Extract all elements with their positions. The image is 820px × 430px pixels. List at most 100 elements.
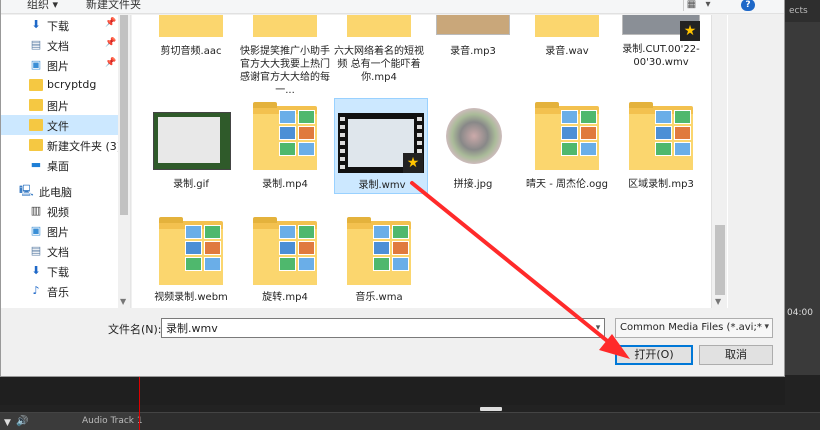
star-badge-icon: ★ <box>680 21 700 41</box>
file-name: 录制.wmv <box>358 180 406 191</box>
playhead[interactable] <box>139 375 140 430</box>
file-item[interactable]: 拼接.jpg <box>426 98 520 194</box>
help-icon[interactable]: ? <box>741 0 755 11</box>
file-name: 区域录制.mp3 <box>628 179 694 190</box>
navigation-pane: ⬇ 下载 📌 ▤ 文档 📌 ▣ 图片 📌 bcryptdg 图片 文件 新建文件… <box>1 15 131 308</box>
nav-item-label: bcryptdg <box>47 78 97 91</box>
file-item[interactable]: 录音.wav <box>520 15 614 61</box>
scroll-down-arrow-icon[interactable]: ▼ <box>120 297 126 306</box>
open-button[interactable]: 打开(O) <box>615 345 693 365</box>
folder-icon <box>29 79 43 91</box>
file-item[interactable]: 快影提笑推广小助手官方大大我要上热门感谢官方大大给的每一... <box>238 15 332 96</box>
media-folder-icon <box>159 217 223 285</box>
file-item[interactable]: 区域录制.mp3 <box>614 98 708 194</box>
file-name: 快影提笑推广小助手官方大大我要上热门感谢官方大大给的每一... <box>240 46 330 96</box>
file-item[interactable]: 录制.gif <box>144 98 238 194</box>
file-icon <box>159 15 223 37</box>
file-item[interactable]: 剪切音频.aac <box>144 15 238 61</box>
file-item[interactable]: ★ 录制.CUT.00'22-00'30.wmv <box>614 15 708 68</box>
media-folder-icon <box>629 102 693 170</box>
nav-item-new-folder-3[interactable]: 新建文件夹 (3) <box>1 135 122 155</box>
nav-item-desktop[interactable]: ▬ 桌面 <box>1 155 119 175</box>
nav-item-label: 音乐 <box>47 286 69 299</box>
nav-item-files[interactable]: 文件 <box>1 115 119 135</box>
folder-icon <box>29 139 43 151</box>
track-header: ▼ 🔊 Audio Track 1 <box>0 413 143 430</box>
media-folder-icon <box>347 217 411 285</box>
nav-item-pc-documents[interactable]: ▤ 文档 <box>1 241 119 261</box>
nav-item-documents[interactable]: ▤ 文档 📌 <box>1 35 119 55</box>
view-mode-icon[interactable]: ▦ <box>683 0 699 11</box>
pin-icon[interactable]: 📌 <box>105 38 116 48</box>
nav-item-videos[interactable]: ▥ 视频 <box>1 201 119 221</box>
picture-icon: ▣ <box>30 58 42 71</box>
nav-item-label: 新建文件夹 (3) <box>47 140 122 153</box>
image-thumbnail <box>446 108 502 164</box>
speaker-icon[interactable]: 🔊 <box>16 416 32 428</box>
video-icon: ▥ <box>30 204 42 217</box>
editor-panel-header: ects <box>785 0 820 22</box>
new-folder-button[interactable]: 新建文件夹 <box>86 0 141 12</box>
filename-history-dropdown-icon[interactable]: ▾ <box>591 318 605 338</box>
file-item[interactable]: 视频录制.webm <box>144 213 238 308</box>
file-item[interactable]: 六大网络着名的短视频 总有一个能吓着你.mp4 <box>332 15 426 83</box>
music-icon: ♪ <box>32 284 40 297</box>
panel-resize-handle[interactable] <box>480 407 502 411</box>
nav-item-bcryptdg[interactable]: bcryptdg <box>1 75 119 95</box>
pin-icon[interactable]: 📌 <box>105 58 116 68</box>
dialog-toolbar: 组织 ▾ 新建文件夹 ▦ ▾ ? <box>1 0 784 14</box>
file-item[interactable]: 晴天 - 周杰伦.ogg <box>520 98 614 194</box>
view-dropdown-icon[interactable]: ▾ <box>700 0 716 11</box>
audio-cover-thumbnail <box>436 15 510 35</box>
organize-button[interactable]: 组织 ▾ <box>27 0 58 12</box>
file-name: 音乐.wma <box>355 292 403 303</box>
nav-item-label: 文件 <box>47 120 69 133</box>
file-icon <box>535 15 599 37</box>
file-name: 六大网络着名的短视频 总有一个能吓着你.mp4 <box>334 46 424 83</box>
nav-item-pictures[interactable]: ▣ 图片 📌 <box>1 55 119 75</box>
chevron-down-icon: ▾ <box>764 322 769 332</box>
media-folder-icon <box>253 217 317 285</box>
screen: ects 04:00 ▼ 🔊 Audio Track 1 组织 ▾ 新建文件夹 … <box>0 0 820 430</box>
nav-item-label: 图片 <box>47 100 69 113</box>
filename-label: 文件名(N): <box>108 323 162 336</box>
picture-icon: ▣ <box>30 224 42 237</box>
file-item[interactable]: 录音.mp3 <box>426 15 520 61</box>
document-icon: ▤ <box>30 244 42 257</box>
nav-item-label: 下载 <box>47 20 69 33</box>
nav-item-music[interactable]: ♪ 音乐 <box>1 281 119 301</box>
timeline-timecode: 04:00 <box>785 308 820 322</box>
file-item[interactable]: 音乐.wma <box>332 213 426 308</box>
nav-scroll-thumb[interactable] <box>120 15 128 215</box>
nav-item-pc-downloads[interactable]: ⬇ 下载 <box>1 261 119 281</box>
file-list: 剪切音频.aac 快影提笑推广小助手官方大大我要上热门感谢官方大大给的每一...… <box>132 15 728 308</box>
file-item[interactable]: 录制.mp4 <box>238 98 332 194</box>
nav-item-this-pc[interactable]: 🖳 此电脑 <box>1 181 119 201</box>
file-list-scroll-thumb[interactable] <box>715 225 725 295</box>
file-list-scrollbar[interactable]: ▼ <box>711 15 727 308</box>
collapse-triangle-icon[interactable]: ▼ <box>4 418 11 428</box>
file-name: 录音.wav <box>545 46 589 57</box>
desktop-icon: ▬ <box>30 158 42 171</box>
star-badge-icon: ★ <box>403 153 423 173</box>
folder-icon <box>29 99 43 111</box>
nav-scrollbar[interactable]: ▼ <box>118 15 130 308</box>
cancel-button[interactable]: 取消 <box>699 345 773 365</box>
file-type-filter-select[interactable]: Common Media Files (*.avi;* ▾ <box>615 318 773 338</box>
file-name: 录音.mp3 <box>450 46 496 57</box>
pin-icon[interactable]: 📌 <box>105 18 116 28</box>
editor-right-panel <box>785 0 820 430</box>
media-folder-icon <box>535 102 599 170</box>
filename-input[interactable] <box>161 318 605 338</box>
file-name: 录制.CUT.00'22-00'30.wmv <box>622 44 700 68</box>
gif-thumbnail <box>153 112 231 170</box>
file-name: 晴天 - 周杰伦.ogg <box>526 179 608 190</box>
file-item-selected[interactable]: ★ 录制.wmv <box>334 98 428 194</box>
nav-item-downloads[interactable]: ⬇ 下载 📌 <box>1 15 119 35</box>
nav-item-pictures-folder[interactable]: 图片 <box>1 95 119 115</box>
computer-icon: 🖳 <box>19 184 34 197</box>
nav-item-pc-pictures[interactable]: ▣ 图片 <box>1 221 119 241</box>
scroll-down-arrow-icon[interactable]: ▼ <box>715 297 721 306</box>
file-item[interactable]: 旋转.mp4 <box>238 213 332 308</box>
down-arrow-icon: ⬇ <box>31 18 41 31</box>
